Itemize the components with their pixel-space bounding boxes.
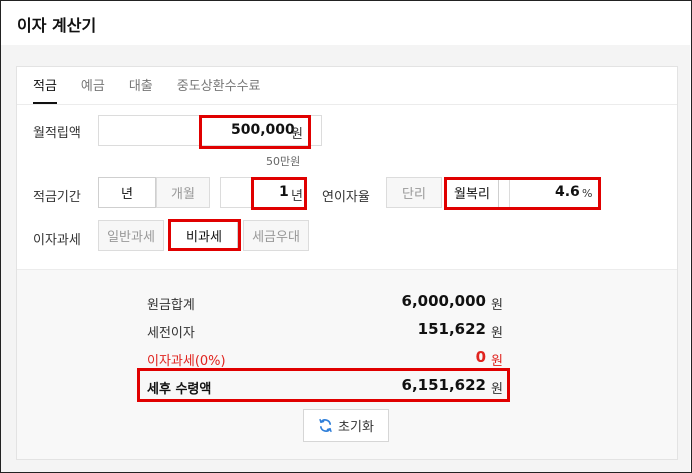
principal-label: 원금합계 — [147, 298, 195, 313]
interest-tax-unit: 원 — [491, 354, 503, 369]
header: 이자 계산기 — [1, 1, 691, 45]
calculator-card: 적금 예금 대출 중도상환수수료 월적립액 500,000 원 50만원 적금기… — [16, 66, 678, 460]
tab-loan[interactable]: 대출 — [129, 78, 153, 104]
highlight-rate — [444, 177, 601, 210]
tab-bar: 적금 예금 대출 중도상환수수료 — [33, 78, 285, 104]
tax-general-button[interactable]: 일반과세 — [98, 220, 164, 251]
rate-simple-button[interactable]: 단리 — [386, 177, 442, 208]
tax-label: 이자과세 — [33, 233, 81, 248]
period-year-button[interactable]: 년 — [98, 177, 156, 208]
page-title: 이자 계산기 — [17, 16, 97, 35]
highlight-monthly-deposit — [199, 115, 311, 149]
result-panel: 원금합계 6,000,000 원 세전이자 151,622 원 이자과세(0%)… — [17, 269, 677, 459]
period-month-button[interactable]: 개월 — [156, 177, 210, 208]
reset-label: 초기화 — [338, 420, 374, 435]
interest-tax-label: 이자과세(0%) — [147, 354, 226, 369]
refresh-icon — [319, 418, 332, 433]
principal-value: 6,000,000 — [401, 292, 486, 310]
period-label: 적금기간 — [33, 190, 81, 205]
tab-divider — [17, 104, 677, 105]
tab-prepayment-fee[interactable]: 중도상환수수료 — [177, 78, 261, 104]
pretax-interest-label: 세전이자 — [147, 326, 195, 341]
tab-savings[interactable]: 적금 — [33, 78, 57, 104]
reset-button[interactable]: 초기화 — [303, 409, 389, 442]
monthly-deposit-label: 월적립액 — [33, 126, 81, 141]
principal-unit: 원 — [491, 298, 503, 313]
highlight-tax-exempt — [168, 219, 241, 251]
tab-deposit[interactable]: 예금 — [81, 78, 105, 104]
tax-preferential-button[interactable]: 세금우대 — [243, 220, 309, 251]
highlight-after-tax — [137, 368, 510, 402]
pretax-interest-value: 151,622 — [417, 320, 486, 338]
monthly-deposit-hint: 50만원 — [266, 155, 301, 168]
highlight-period — [251, 177, 307, 210]
pretax-interest-unit: 원 — [491, 326, 503, 341]
interest-tax-value: 0 — [475, 348, 486, 366]
rate-label: 연이자율 — [322, 190, 370, 205]
